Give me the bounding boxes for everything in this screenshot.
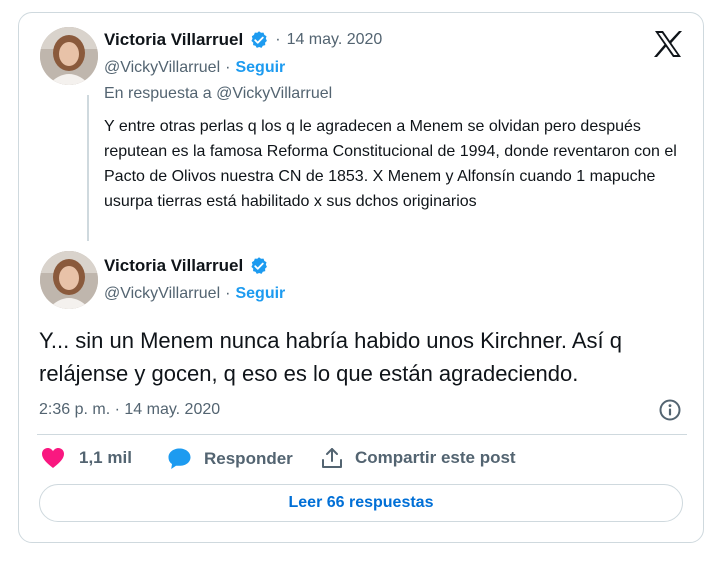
share-icon[interactable] <box>321 447 343 469</box>
main-author-name[interactable]: Victoria Villarruel <box>104 256 243 276</box>
main-handle[interactable]: @VickyVillarruel <box>104 285 220 303</box>
parent-handle[interactable]: @VickyVillarruel <box>104 59 220 77</box>
read-replies-button[interactable]: Leer 66 respuestas <box>39 484 683 522</box>
parent-handle-row: @VickyVillarruel · Seguir <box>104 59 285 77</box>
info-icon[interactable] <box>658 398 682 422</box>
share-action[interactable]: Compartir este post <box>321 447 516 469</box>
parent-header: Victoria Villarruel · 14 may. 2020 <box>104 30 382 50</box>
share-label: Compartir este post <box>355 448 516 467</box>
main-tweet-text: Y... sin un Menem nunca habría habido un… <box>39 328 622 386</box>
x-logo-icon[interactable] <box>653 30 683 58</box>
verified-icon <box>251 31 268 48</box>
parent-tweet-text: Y entre otras perlas q los q le agradece… <box>104 118 677 210</box>
reply-label: Responder <box>204 448 293 468</box>
parent-date[interactable]: 14 may. 2020 <box>287 31 383 49</box>
reply-to-label[interactable]: En respuesta a @VickyVillarruel <box>104 85 332 103</box>
reply-bubble-icon[interactable] <box>167 447 192 470</box>
like-count: 1,1 mil <box>79 448 132 467</box>
main-follow-button[interactable]: Seguir <box>235 285 285 303</box>
parent-author-name[interactable]: Victoria Villarruel <box>104 30 243 50</box>
parent-avatar[interactable] <box>40 27 98 85</box>
read-replies-label: Leer 66 respuestas <box>288 494 434 511</box>
header-separator: · <box>275 31 281 48</box>
heart-icon[interactable] <box>41 447 65 469</box>
tweet-embed-card: Victoria Villarruel · 14 may. 2020 @Vick… <box>18 12 704 543</box>
parent-follow-button[interactable]: Seguir <box>235 59 285 77</box>
follow-separator: · <box>225 59 231 76</box>
main-header: Victoria Villarruel <box>104 256 269 276</box>
main-avatar[interactable] <box>40 251 98 309</box>
like-action[interactable]: 1,1 mil <box>41 447 132 469</box>
tweet-timestamp[interactable]: 2:36 p. m. · 14 may. 2020 <box>39 401 220 419</box>
follow-separator: · <box>225 285 231 302</box>
verified-icon <box>251 257 268 274</box>
thread-connector-line <box>87 95 89 241</box>
reply-action[interactable]: Responder <box>167 447 293 470</box>
main-handle-row: @VickyVillarruel · Seguir <box>104 285 285 303</box>
actions-divider <box>37 434 687 435</box>
